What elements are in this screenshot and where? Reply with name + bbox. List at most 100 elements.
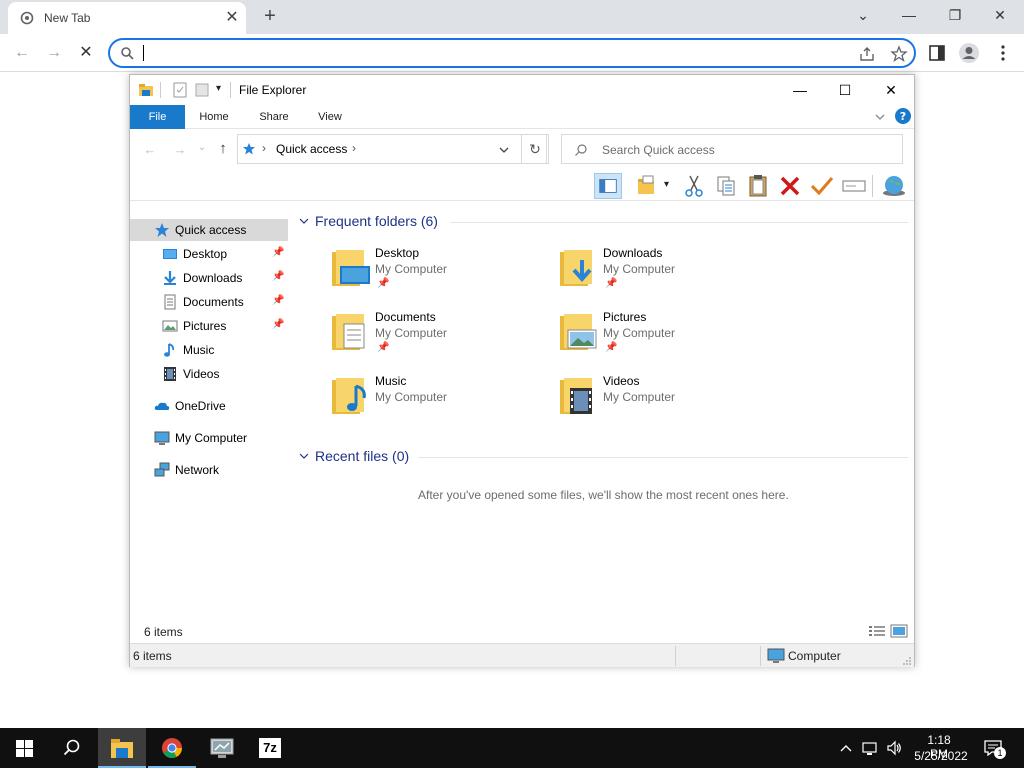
pin-icon: 📌	[272, 247, 285, 258]
delete-icon[interactable]	[776, 173, 804, 199]
large-icons-view-icon[interactable]	[890, 624, 908, 638]
tab-close-button[interactable]: ✕	[222, 8, 242, 28]
status-location: Computer	[788, 649, 841, 663]
recent-files-empty-message: After you've opened some files, we'll sh…	[418, 488, 789, 502]
resize-grip-icon[interactable]	[902, 656, 912, 666]
clock-date[interactable]: 5/25/2022	[911, 749, 971, 763]
refresh-button[interactable]: ↻	[521, 134, 549, 164]
folder-tile-music[interactable]: Music My Computer	[330, 372, 550, 430]
omnibox-input[interactable]	[142, 44, 842, 62]
ribbon-tab-share[interactable]: Share	[252, 105, 296, 129]
explorer-maximize-button[interactable]: ☐	[825, 79, 865, 101]
forward-button[interactable]: →	[42, 41, 66, 65]
share-icon[interactable]	[858, 45, 876, 63]
side-panel-icon[interactable]	[926, 42, 948, 64]
ribbon-tab-view[interactable]: View	[310, 105, 350, 129]
address-bar[interactable]: › Quick access ›	[237, 134, 547, 164]
preview-pane-icon[interactable]	[594, 173, 622, 199]
explorer-app-icon[interactable]	[138, 82, 154, 98]
folder-tile-videos[interactable]: Videos My Computer	[558, 372, 778, 430]
help-icon[interactable]: ?	[894, 107, 912, 125]
ribbon-tab-home[interactable]: Home	[192, 105, 236, 129]
tab-search-button[interactable]: ⌄	[848, 4, 878, 26]
music-icon	[164, 343, 175, 357]
explorer-search-box[interactable]: Search Quick access	[561, 134, 903, 164]
new-folder-icon[interactable]	[634, 173, 662, 199]
customize-quick-access-icon[interactable]: ▾	[216, 83, 221, 94]
new-tab-button[interactable]: +	[258, 5, 282, 29]
address-segment-quick-access[interactable]: Quick access	[276, 142, 347, 156]
address-row: ← → ⌄ ↑ › Quick access › ↻ Search Quick …	[130, 131, 914, 167]
explorer-forward-button[interactable]: →	[170, 142, 190, 157]
frequent-folders-header[interactable]: Frequent folders (6)	[298, 211, 910, 233]
network-globe-icon[interactable]	[880, 173, 908, 199]
folder-name: Videos	[603, 374, 640, 388]
nav-item-my-computer[interactable]: My Computer	[130, 427, 288, 449]
profile-avatar-icon[interactable]	[958, 42, 980, 64]
omnibox[interactable]	[108, 38, 916, 68]
browser-tab-strip: New Tab ✕ + ⌄ — ❐ ✕	[0, 0, 1024, 34]
browser-tab[interactable]: New Tab ✕	[8, 2, 246, 34]
explorer-back-button[interactable]: ←	[140, 142, 160, 157]
nav-item-network[interactable]: Network	[130, 459, 288, 481]
folder-location: My Computer	[375, 262, 448, 276]
new-folder-dropdown-icon[interactable]: ▾	[664, 179, 669, 190]
nav-item-videos[interactable]: Videos	[130, 363, 288, 385]
expand-ribbon-chevron-icon[interactable]	[874, 111, 886, 123]
volume-icon[interactable]	[886, 740, 902, 756]
recent-locations-button[interactable]: ⌄	[192, 142, 212, 153]
nav-label: Desktop	[183, 247, 228, 261]
folder-location: My Computer	[603, 262, 676, 276]
taskbar-file-explorer[interactable]	[98, 728, 146, 768]
bookmark-star-icon[interactable]	[890, 45, 908, 63]
nav-item-onedrive[interactable]: OneDrive	[130, 395, 288, 417]
address-dropdown-icon[interactable]	[498, 144, 510, 156]
browser-close-button[interactable]: ✕	[985, 4, 1015, 26]
browser-toolbar: ← → ✕	[0, 34, 1024, 72]
nav-label: Pictures	[183, 319, 227, 333]
browser-minimize-button[interactable]: —	[894, 4, 924, 26]
browser-restore-button[interactable]: ❐	[940, 4, 970, 26]
tab-title: New Tab	[44, 11, 91, 25]
explorer-close-button[interactable]: ✕	[871, 79, 911, 101]
nav-item-desktop[interactable]: Desktop 📌	[130, 243, 288, 265]
nav-item-pictures[interactable]: Pictures 📌	[130, 315, 288, 337]
network-tray-icon[interactable]	[862, 740, 878, 756]
rename-icon[interactable]	[840, 173, 868, 199]
taskbar-control-panel[interactable]	[198, 728, 246, 768]
explorer-minimize-button[interactable]: —	[780, 79, 820, 101]
nav-item-quick-access[interactable]: Quick access	[130, 219, 288, 241]
explorer-titlebar[interactable]: ▾ File Explorer — ☐ ✕	[130, 75, 914, 105]
address-separator[interactable]: ›	[352, 141, 356, 155]
nav-item-music[interactable]: Music	[130, 339, 288, 361]
taskbar-chrome[interactable]	[148, 728, 196, 768]
paste-icon[interactable]	[744, 173, 772, 199]
taskbar-7zip[interactable]: 7z	[246, 728, 294, 768]
folder-tile-documents[interactable]: Documents My Computer 📌	[330, 308, 550, 366]
folder-tile-pictures[interactable]: Pictures My Computer 📌	[558, 308, 778, 366]
new-folder-quick-icon[interactable]	[194, 82, 210, 98]
windows-start-icon[interactable]	[16, 740, 33, 757]
folder-name: Music	[375, 374, 407, 388]
chrome-menu-icon[interactable]	[992, 42, 1014, 64]
svg-text:?: ?	[900, 110, 906, 123]
up-button[interactable]: ↑	[213, 140, 233, 157]
show-hidden-icons-chevron-icon[interactable]	[838, 740, 854, 756]
cut-icon[interactable]	[680, 173, 708, 199]
recent-files-header[interactable]: Recent files (0)	[298, 446, 910, 468]
copy-icon[interactable]	[712, 173, 740, 199]
address-separator[interactable]: ›	[262, 141, 266, 155]
nav-item-documents[interactable]: Documents 📌	[130, 291, 288, 313]
group-divider	[418, 457, 908, 458]
downloads-icon	[164, 271, 176, 285]
back-button[interactable]: ←	[10, 41, 34, 65]
folder-tile-downloads[interactable]: Downloads My Computer 📌	[558, 244, 778, 302]
details-view-icon[interactable]	[868, 624, 886, 638]
properties-icon[interactable]	[172, 82, 188, 98]
ribbon-tab-file[interactable]: File	[130, 105, 185, 129]
nav-item-downloads[interactable]: Downloads 📌	[130, 267, 288, 289]
stop-button[interactable]: ✕	[74, 41, 98, 65]
checkmark-icon[interactable]	[808, 173, 836, 199]
search-icon[interactable]	[63, 739, 81, 757]
folder-tile-desktop[interactable]: Desktop My Computer 📌	[330, 244, 550, 302]
